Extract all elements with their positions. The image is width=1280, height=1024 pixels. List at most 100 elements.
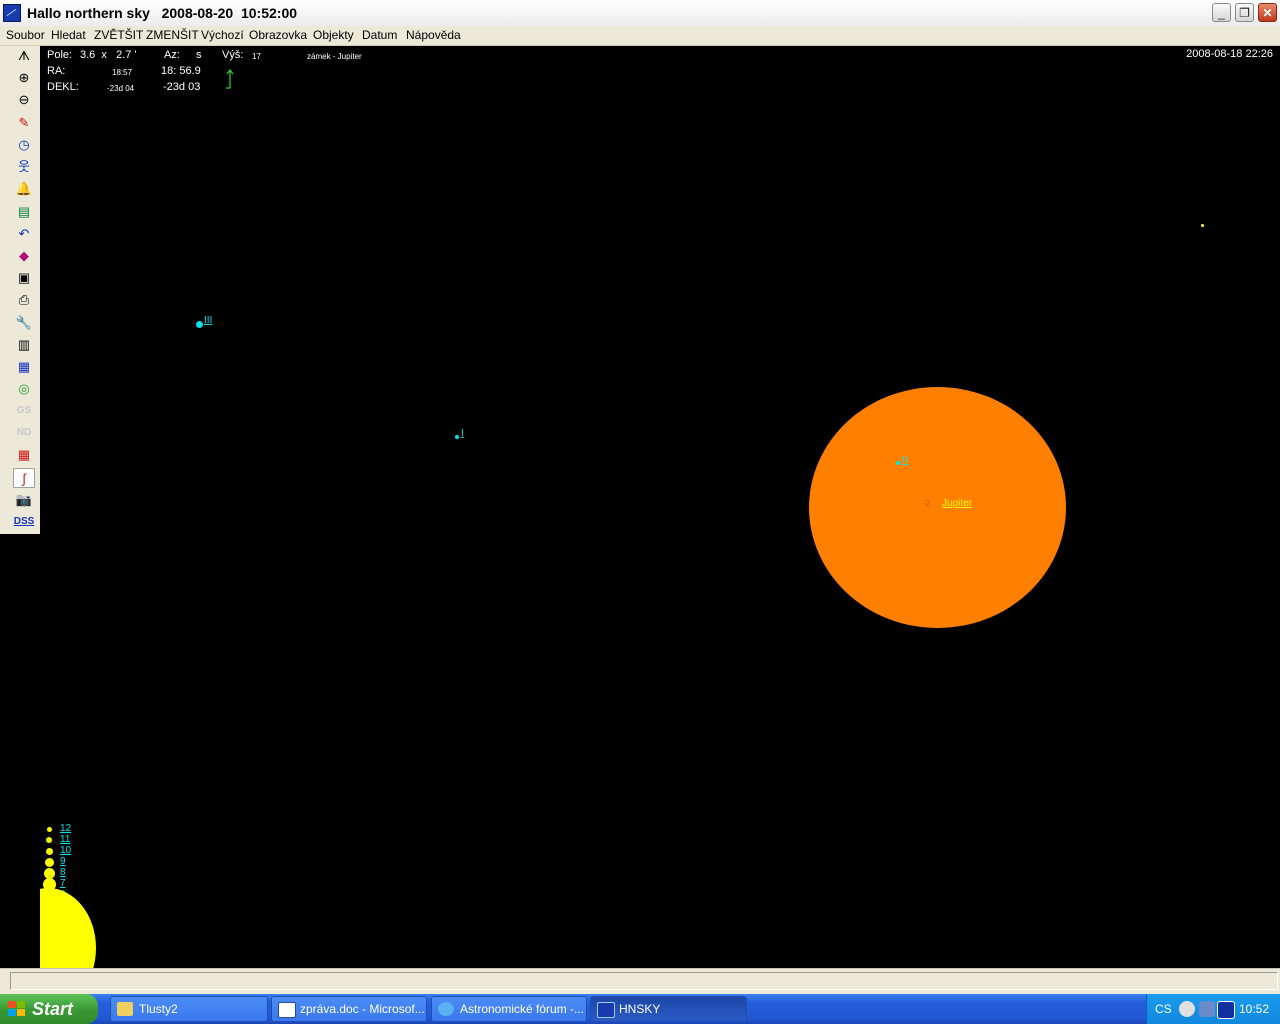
menu-vychozi[interactable]: Výchozí (201, 28, 244, 42)
system-tray: CS 10:52 (1146, 994, 1280, 1024)
windows-logo-icon (8, 1001, 26, 1017)
moon-label-ii[interactable]: II (902, 455, 908, 466)
taskbar: Start Tlusty2 zpráva.doc - Microsof... A… (0, 994, 1280, 1024)
planet-label-jupiter[interactable]: Jupiter (942, 498, 972, 509)
magnitude-dot (45, 847, 53, 855)
save-icon[interactable]: ▣ (13, 268, 35, 288)
moon-label-iii[interactable]: III (204, 315, 212, 326)
dekl-value: -23d 03 (163, 81, 201, 93)
language-indicator[interactable]: CS (1155, 1002, 1172, 1016)
zoom-out-icon[interactable]: ⊖ (13, 90, 35, 110)
internet-explorer-icon (438, 1002, 454, 1016)
magnitude-label: 9 (60, 856, 66, 867)
status-bar (0, 968, 1280, 995)
task-label: zpráva.doc - Microsof... (300, 1002, 425, 1016)
zoom-in-icon[interactable]: ⊕ (13, 68, 35, 88)
pole-value: 3.6 x 2.7 ' (80, 49, 137, 61)
network-icon[interactable] (1199, 1001, 1215, 1017)
magnitude-label: 12 (60, 823, 72, 834)
toolbar: ᗑ ⊕ ⊖ ✎ ◷ 웃 🔔 ▤ ↶ ◆ ▣ ⎙ 🔧 ▥ ▦ ◎ GS ND ▦ ∫ 📷 DSS (0, 46, 41, 534)
magnitude-label: 7 (60, 878, 66, 889)
moon-io[interactable] (455, 435, 459, 439)
title-bar: Hallo northern sky 2008-08-20 10:52:00 _… (0, 0, 1280, 27)
magnitude-dot (46, 837, 52, 843)
az-label: Az: (164, 49, 180, 61)
magnitude-label: 11 (60, 834, 71, 845)
sky-chart[interactable]: Pole: 3.6 x 2.7 ' Az: s Výš: 17 zámek - … (40, 46, 1280, 968)
north-arrow-icon (226, 69, 234, 89)
task-browser[interactable]: Astronomické fórum -... (431, 996, 587, 1022)
galaxy-icon[interactable]: ◎ (13, 379, 35, 399)
minimize-button[interactable]: _ (1212, 3, 1231, 22)
open-book-icon[interactable]: ▥ (13, 335, 35, 355)
menu-objekty[interactable]: Objekty (313, 28, 354, 42)
start-label: Start (32, 999, 74, 1019)
constellation-icon[interactable]: ᗑ (13, 46, 35, 66)
moon-europa[interactable] (896, 461, 900, 465)
close-button[interactable]: ✕ (1258, 3, 1277, 22)
task-word[interactable]: zpráva.doc - Microsof... (271, 996, 427, 1022)
task-label: Astronomické fórum -... (460, 1002, 585, 1016)
menu-bar: Soubor Hledat ZVĚTŠIT ZMENŠIT Výchozí Ob… (0, 26, 1280, 46)
menu-napoveda[interactable]: Nápověda (406, 28, 461, 42)
eraser-icon[interactable]: ✎ (13, 113, 35, 133)
task-label: HNSKY (619, 1002, 661, 1016)
chart-datetime: 2008-08-18 22:26 (1186, 48, 1273, 60)
ra-small: 18:57 (112, 68, 133, 77)
pole-label: Pole: (47, 49, 73, 61)
app-icon[interactable] (3, 4, 21, 22)
word-document-icon (278, 1002, 296, 1018)
bell-icon[interactable]: 🔔 (13, 179, 35, 199)
chevron-left-icon[interactable] (1179, 1001, 1195, 1017)
magnitude-dot (44, 857, 54, 867)
moon-label-i[interactable]: I (461, 428, 464, 439)
magnitude-bright-blob (40, 888, 96, 968)
task-tlusty2[interactable]: Tlusty2 (110, 996, 268, 1022)
camera-icon[interactable]: 📷 (13, 490, 35, 510)
dekl-small: -23d 04 (107, 84, 135, 93)
window-title: Hallo northern sky 2008-08-20 10:52:00 (27, 5, 298, 21)
nd-button[interactable]: ND (13, 423, 35, 443)
planet-magnitude: -2 (923, 499, 931, 508)
grid-icon[interactable]: ▦ (13, 445, 35, 465)
dss-button[interactable]: DSS (13, 512, 35, 532)
wrench-icon[interactable]: 🔧 (13, 313, 35, 333)
star[interactable] (1201, 224, 1204, 227)
restore-button[interactable]: ❐ (1235, 3, 1254, 22)
running-man-icon[interactable]: 웃 (13, 157, 35, 177)
gs-button[interactable]: GS (13, 401, 35, 421)
ra-label: RA: (47, 65, 66, 77)
menu-datum[interactable]: Datum (362, 28, 397, 42)
print-icon[interactable]: ⎙ (13, 290, 35, 310)
vys-label: Výš: (222, 49, 244, 61)
menu-zmensit[interactable]: ZMENŠIT (146, 28, 199, 42)
menu-obrazovka[interactable]: Obrazovka (249, 28, 307, 42)
media-player-icon[interactable] (1217, 1001, 1235, 1019)
magnitude-dot (46, 826, 52, 832)
status-field (10, 972, 1278, 990)
moon-ganymede[interactable] (196, 321, 203, 328)
curve-icon[interactable]: ∫ (13, 468, 35, 488)
book-icon[interactable]: ◆ (13, 246, 35, 266)
vys-value: 17 (252, 52, 261, 61)
folder-icon (117, 1002, 133, 1016)
clock: 10:52 (1239, 1002, 1270, 1016)
jupiter-disk[interactable] (809, 387, 1066, 628)
dekl-label: DEKL: (47, 81, 79, 93)
start-button[interactable]: Start (0, 994, 98, 1024)
ruler-icon[interactable]: ▤ (13, 202, 35, 222)
az-value: s (196, 49, 202, 61)
clock-icon[interactable]: ◷ (13, 135, 35, 155)
task-hnsky[interactable]: HNSKY (590, 996, 747, 1022)
hnsky-app-icon (597, 1002, 615, 1018)
magnitude-label: 10 (60, 845, 72, 856)
task-label: Tlusty2 (139, 1002, 178, 1016)
lock-target: zámek - Jupiter (307, 52, 362, 61)
ra-value: 18: 56.9 (161, 65, 201, 77)
magnitude-dot (43, 867, 55, 879)
undo-icon[interactable]: ↶ (13, 224, 35, 244)
menu-hledat[interactable]: Hledat (51, 28, 86, 42)
menu-zvetsit[interactable]: ZVĚTŠIT (94, 28, 143, 42)
menu-soubor[interactable]: Soubor (6, 28, 45, 42)
calendar-icon[interactable]: ▦ (13, 357, 35, 377)
